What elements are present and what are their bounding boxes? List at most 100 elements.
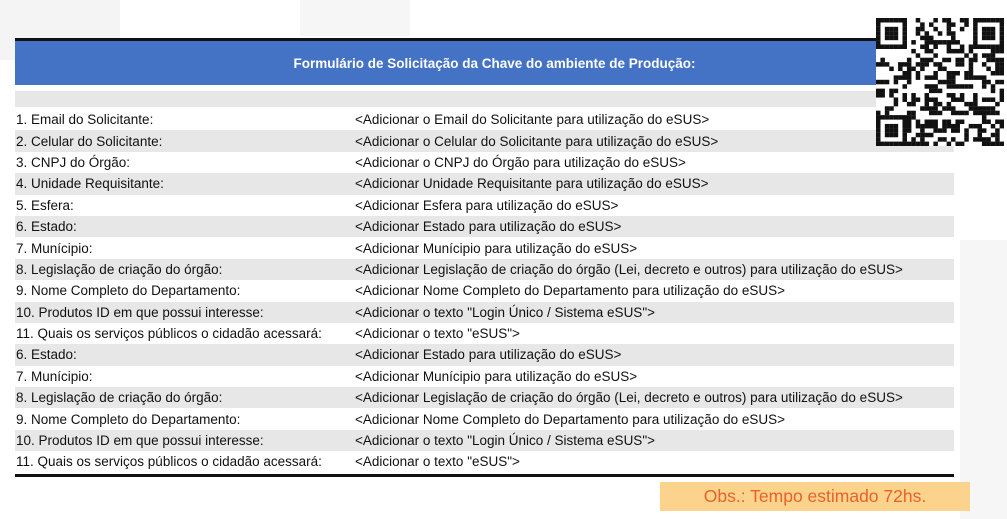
qr-module bbox=[942, 106, 947, 111]
qr-module bbox=[915, 132, 921, 138]
bottom-rule bbox=[15, 473, 954, 477]
row-label: 3. CNPJ do Órgão: bbox=[16, 154, 131, 170]
qr-module bbox=[928, 40, 934, 45]
qr-module bbox=[924, 57, 930, 63]
qr-module bbox=[906, 57, 912, 63]
qr-module bbox=[928, 84, 934, 89]
row-label: 2. Celular do Solicitante: bbox=[16, 133, 163, 149]
form-row: 11. Quais os serviços públicos o cidadão… bbox=[15, 451, 954, 472]
qr-module bbox=[999, 123, 1005, 129]
qr-module bbox=[884, 35, 890, 41]
qr-module bbox=[876, 35, 881, 41]
qr-module bbox=[902, 93, 907, 98]
qr-module bbox=[906, 128, 912, 133]
qr-module bbox=[898, 44, 903, 49]
qr-module bbox=[986, 35, 991, 41]
qr-module bbox=[968, 44, 974, 49]
qr-module bbox=[990, 53, 996, 58]
qr-module bbox=[876, 31, 881, 36]
qr-module bbox=[977, 44, 983, 49]
form-row: 1. Email do Solicitante: <Adicionar o Ema… bbox=[15, 109, 954, 130]
qr-module bbox=[889, 132, 894, 138]
qr-module bbox=[981, 31, 987, 36]
qr-module bbox=[880, 141, 885, 147]
qr-module bbox=[933, 18, 938, 23]
qr-module bbox=[915, 70, 921, 76]
row-label: 4. Unidade Requisitante: bbox=[16, 176, 164, 192]
form-row: 9. Nome Completo do Departamento: <Adicio… bbox=[15, 408, 954, 429]
qr-module bbox=[951, 75, 956, 80]
qr-module bbox=[964, 137, 969, 142]
qr-module bbox=[990, 48, 996, 54]
qr-module bbox=[902, 70, 907, 76]
qr-module bbox=[911, 101, 916, 107]
qr-module bbox=[893, 88, 899, 94]
qr-module bbox=[902, 128, 907, 133]
form-row: 11. Quais os serviços públicos o cidadão… bbox=[15, 323, 954, 344]
qr-module bbox=[977, 132, 983, 138]
qr-module bbox=[955, 128, 960, 133]
qr-module bbox=[911, 115, 916, 120]
qr-module bbox=[959, 18, 965, 23]
qr-module bbox=[990, 110, 996, 116]
form-row: 7. Munícipio: <Adicionar Munícipio para u… bbox=[15, 237, 954, 258]
qr-module bbox=[951, 84, 956, 89]
row-label: 9. Nome Completo do Departamento: bbox=[16, 411, 241, 427]
qr-module bbox=[973, 26, 978, 32]
qr-module bbox=[973, 137, 978, 142]
qr-module bbox=[968, 75, 974, 80]
row-label: 10. Produtos ID em que possui interesse: bbox=[16, 304, 264, 320]
qr-module bbox=[973, 75, 978, 80]
qr-module bbox=[999, 40, 1005, 45]
qr-module bbox=[995, 48, 1000, 54]
qr-module bbox=[898, 115, 903, 120]
qr-module bbox=[946, 70, 952, 76]
qr-module bbox=[911, 40, 916, 45]
qr-module bbox=[999, 57, 1005, 63]
qr-module bbox=[902, 26, 907, 32]
qr-module bbox=[920, 106, 925, 111]
qr-module bbox=[880, 88, 885, 94]
qr-module bbox=[906, 75, 912, 80]
qr-module bbox=[951, 97, 956, 102]
qr-module bbox=[955, 119, 960, 125]
qr-module bbox=[995, 119, 1000, 125]
qr-module bbox=[942, 18, 947, 23]
qr-module bbox=[990, 35, 996, 41]
qr-module bbox=[946, 79, 952, 85]
qr-module bbox=[986, 57, 991, 63]
qr-module bbox=[893, 128, 899, 133]
qr-module bbox=[990, 70, 996, 76]
row-label: 7. Munícipio: bbox=[16, 240, 93, 256]
qr-module bbox=[946, 48, 952, 54]
row-value: <Adicionar o texto "Login Único / Sistem… bbox=[355, 304, 655, 320]
qr-module bbox=[880, 57, 885, 63]
qr-module bbox=[959, 48, 965, 54]
row-value: <Adicionar o CNPJ do Órgão para utilizaç… bbox=[355, 154, 686, 170]
note-text: Obs.: Tempo estimado 72hs. bbox=[703, 486, 927, 506]
qr-module bbox=[906, 115, 912, 120]
row-value: <Adicionar o Email do Solicitante para u… bbox=[355, 112, 710, 128]
qr-module bbox=[959, 84, 965, 89]
qr-module bbox=[964, 128, 969, 133]
qr-module bbox=[889, 115, 894, 120]
qr-module bbox=[977, 18, 983, 23]
request-form: Formulário de Solicitação da Chave do am… bbox=[15, 38, 954, 477]
qr-module bbox=[876, 132, 881, 138]
qr-module bbox=[876, 128, 881, 133]
qr-module bbox=[915, 119, 921, 125]
qr-module bbox=[920, 141, 925, 147]
qr-module bbox=[981, 106, 987, 111]
qr-module bbox=[902, 75, 907, 80]
qr-module bbox=[981, 141, 987, 147]
qr-module bbox=[968, 106, 974, 111]
qr-module bbox=[906, 110, 912, 116]
qr-module bbox=[964, 84, 969, 89]
qr-module bbox=[973, 97, 978, 102]
qr-module bbox=[876, 137, 881, 142]
qr-module bbox=[902, 132, 907, 138]
qr-module bbox=[906, 123, 912, 129]
qr-module bbox=[981, 84, 987, 89]
qr-module bbox=[973, 44, 978, 49]
row-label: 8. Legislação de criação do órgão: bbox=[16, 390, 223, 406]
